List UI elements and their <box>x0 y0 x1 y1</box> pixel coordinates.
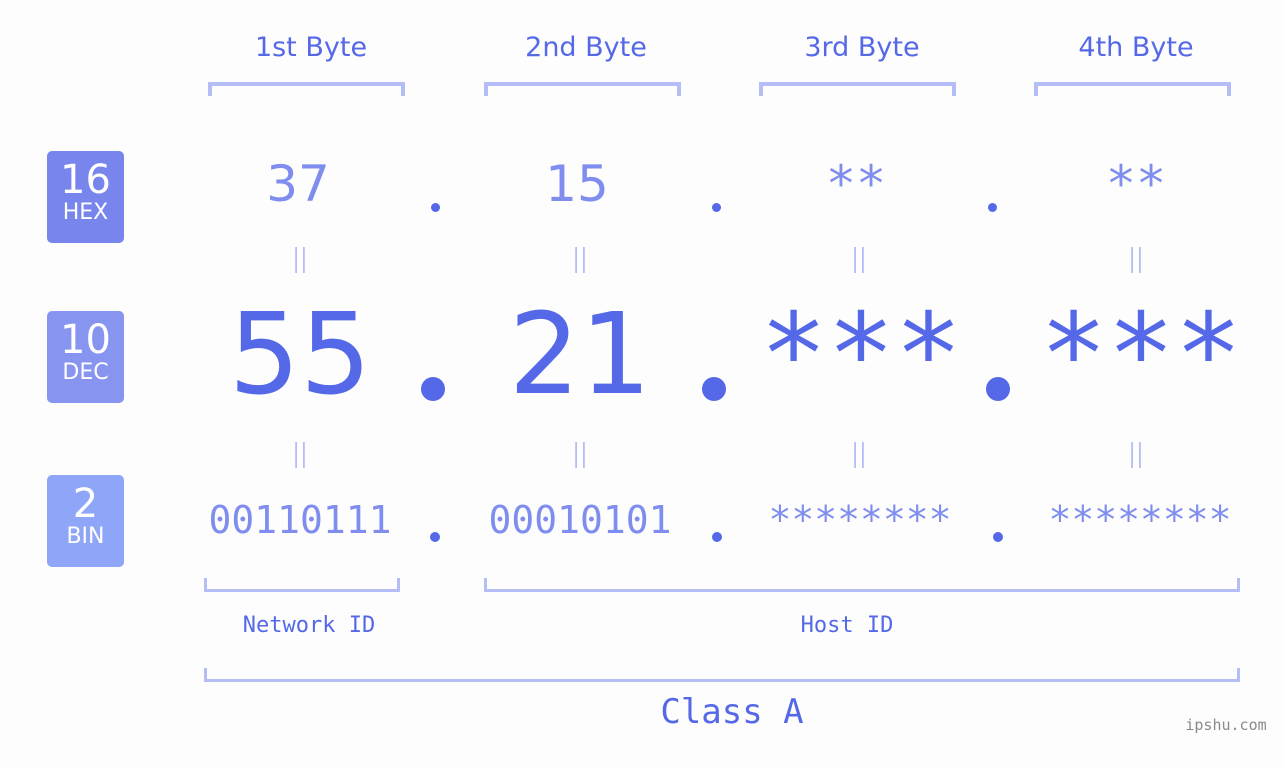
byte-bracket-4 <box>1034 82 1231 96</box>
bin-byte-2: 00010101 <box>488 498 672 542</box>
equals-hex-dec-3 <box>854 247 864 273</box>
bin-dot-3 <box>993 532 1003 542</box>
byte-bracket-3 <box>759 82 956 96</box>
byte-header-1: 1st Byte <box>254 32 368 63</box>
host-id-label: Host ID <box>800 613 894 638</box>
bin-byte-1: 00110111 <box>208 498 392 542</box>
byte-header-3: 3rd Byte <box>804 32 920 63</box>
dec-byte-2: 21 <box>508 290 652 420</box>
bin-badge-number: 2 <box>72 481 99 527</box>
bin-byte-4: ******** <box>1048 498 1232 542</box>
network-id-bracket <box>204 578 400 592</box>
hex-badge-label: HEX <box>62 200 109 225</box>
byte-header-4: 4th Byte <box>1078 32 1194 63</box>
bin-dot-1 <box>430 532 440 542</box>
bin-badge-label: BIN <box>66 524 105 549</box>
dec-dot-2 <box>702 377 726 401</box>
hex-byte-4: ** <box>1105 155 1167 213</box>
equals-dec-bin-4 <box>1131 442 1141 468</box>
dec-badge: 10 DEC <box>47 311 124 403</box>
hex-dot-1 <box>431 203 440 212</box>
bin-badge: 2 BIN <box>47 475 124 567</box>
equals-dec-bin-3 <box>854 442 864 468</box>
dec-dot-1 <box>421 377 445 401</box>
bin-dot-2 <box>712 532 722 542</box>
equals-dec-bin-2 <box>575 442 585 468</box>
byte-bracket-2 <box>484 82 681 96</box>
hex-badge: 16 HEX <box>47 151 124 243</box>
equals-hex-dec-4 <box>1131 247 1141 273</box>
dec-dot-3 <box>986 377 1010 401</box>
dec-byte-3: *** <box>759 290 963 420</box>
equals-hex-dec-2 <box>575 247 585 273</box>
dec-badge-number: 10 <box>60 317 111 363</box>
equals-hex-dec-1 <box>295 247 305 273</box>
hex-byte-2: 15 <box>545 155 609 213</box>
hex-dot-3 <box>988 203 997 212</box>
host-id-bracket <box>484 578 1240 592</box>
class-label: Class A <box>660 692 804 732</box>
dec-badge-label: DEC <box>62 360 109 385</box>
dec-byte-4: *** <box>1039 290 1243 420</box>
network-id-label: Network ID <box>242 613 376 638</box>
bin-byte-3: ******** <box>768 498 952 542</box>
class-bracket <box>204 668 1240 682</box>
watermark: ipshu.com <box>1185 716 1267 734</box>
byte-header-2: 2nd Byte <box>525 32 647 63</box>
equals-dec-bin-1 <box>295 442 305 468</box>
hex-badge-number: 16 <box>60 157 111 203</box>
byte-bracket-1 <box>208 82 405 96</box>
hex-dot-2 <box>712 203 721 212</box>
hex-byte-1: 37 <box>266 155 330 213</box>
hex-byte-3: ** <box>825 155 887 213</box>
dec-byte-1: 55 <box>228 290 372 420</box>
